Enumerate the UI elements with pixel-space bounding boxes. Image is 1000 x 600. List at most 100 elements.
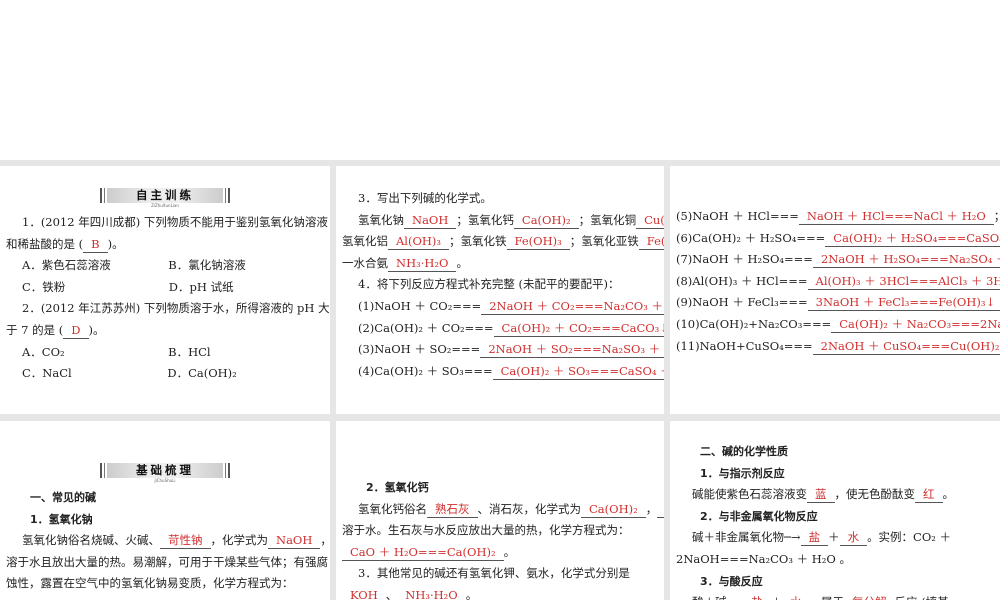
answer-blank: NH₃·H₂O <box>388 255 457 272</box>
text-line: 碱能使紫色石蕊溶液变蓝，使无色酚酞变红。 <box>670 484 1000 506</box>
text: 。实例：CO₂ ＋ <box>867 530 952 545</box>
answer-blank: Al(OH)₃ ＋ 3HCl===AlCl₃ ＋ 3H₂O <box>807 273 1000 290</box>
text-line: 一水合氨 NH₃·H₂O。 <box>336 253 664 275</box>
text: ；氢氧化钙 <box>456 212 514 227</box>
answer-blank: D <box>63 322 89 339</box>
text: (6)Ca(OH)₂ ＋ H₂SO₄=== <box>676 230 826 245</box>
panel-calcium-hydroxide: 2．氢氧化钙氢氧化钙俗名熟石灰、消石灰，化学式为Ca(OH)₂，微溶于水。生石灰… <box>336 421 664 600</box>
text: 氢氧化钠俗名烧碱、火碱、 <box>22 533 160 548</box>
text: 和稀盐酸的是 ( <box>6 236 84 251</box>
answer-blank: Cu(OH)₂ <box>636 212 664 229</box>
text-line: (2)Ca(OH)₂ ＋ CO₂=== Ca(OH)₂ ＋ CO₂===CaCO₃… <box>336 318 664 340</box>
text-line: (3)NaOH ＋ SO₂===2NaOH ＋ SO₂===Na₂SO₃ ＋ H… <box>336 339 664 361</box>
text: 2．与非金属氧化物反应 <box>700 509 818 523</box>
text: ； <box>994 209 1000 223</box>
text: 。 <box>503 544 516 559</box>
text: 一水合氨 <box>342 255 388 270</box>
section-heading: 3．与酸反应 <box>670 571 1000 593</box>
text: (7)NaOH ＋ H₂SO₄=== <box>676 252 813 267</box>
answer-blank: NH₃·H₂O <box>397 587 465 600</box>
answer-blank: Al(OH)₃ <box>388 233 450 251</box>
answer-blank: Ca(OH)₂ <box>513 212 579 229</box>
text: 4．将下列反应方程式补充完整 (未配平的要配平)： <box>358 277 620 292</box>
text: 蚀性，露置在空气中的氢氧化钠易变质，化学方程式为： <box>6 576 294 591</box>
text: (4)Ca(OH)₂ ＋ SO₃=== <box>358 363 493 378</box>
panel-equations: (5)NaOH ＋ HCl===NaOH ＋ HCl===NaCl ＋ H₂O；… <box>670 166 1000 414</box>
text: 一、常见的碱 <box>30 491 96 504</box>
text: 氢氧化铝 <box>342 234 388 249</box>
section-title: 基础梳理 <box>100 463 230 478</box>
text-line: 氢氧化钠俗名烧碱、火碱、苛性钠，化学式为NaOH，易 <box>0 530 330 552</box>
answer-blank: 红 <box>915 486 943 504</box>
answer-blank: 复分解 <box>844 594 895 600</box>
answer-blank: Ca(OH)₂ ＋ H₂SO₄===CaSO₄ ＋ 2H₂O <box>825 230 1000 247</box>
text-line: 和稀盐酸的是 (B)。 <box>0 234 330 256</box>
text: (9)NaOH ＋ FeCl₃=== <box>676 295 808 310</box>
text: 1．与指示剂反应 <box>700 466 785 480</box>
text-line: (8)Al(OH)₃ ＋ HCl=== Al(OH)₃ ＋ 3HCl===AlCl… <box>670 271 1000 293</box>
text: 1．(2012 年四川成都) 下列物质不能用于鉴别氢氧化钠溶液 <box>22 215 328 229</box>
text: 2．氢氧化钙 <box>366 481 429 494</box>
text: 。 <box>942 487 955 502</box>
text: 酸＋碱─→ <box>692 595 743 600</box>
panel-basics: 基础梳理 JiChuShuLi 一、常见的碱 1．氢氧化钠氢氧化钠俗名烧碱、火碱、 苛性… <box>0 421 330 600</box>
text: 1．氢氧化钠 <box>30 512 93 526</box>
text: 碱能使紫色石蕊溶液变 <box>692 487 807 502</box>
text-line: (7)NaOH ＋ H₂SO₄=== 2NaOH ＋ H₂SO₄===Na₂SO₄… <box>670 249 1000 271</box>
text: 碱＋非金属氧化物─→ <box>692 530 801 545</box>
text-line: (6)Ca(OH)₂ ＋ H₂SO₄=== Ca(OH)₂ ＋ H₂SO₄===C… <box>670 228 1000 250</box>
text-line: KOH、 NH₃·H₂O。 <box>336 585 664 600</box>
text-line: 溶于水。生石灰与水反应放出大量的热，化学方程式为： <box>336 520 664 542</box>
text: (8)Al(OH)₃ ＋ HCl=== <box>676 273 808 288</box>
text: 溶于水。生石灰与水反应放出大量的热，化学方程式为： <box>342 523 630 538</box>
text-line: CaO ＋ H₂O===Ca(OH)₂。 <box>336 542 664 564</box>
answer-blank: 2NaOH ＋ CuSO₄===Cu(OH)₂↓ ＋ Na₂SO₄ <box>812 338 1000 355</box>
text-line: 1．(2012 年四川成都) 下列物质不能用于鉴别氢氧化钠溶液 <box>0 212 330 234</box>
answer-blank: 微 <box>657 501 664 518</box>
text: ；氢氧化亚铁 <box>569 234 639 249</box>
text-line: 氢氧化钙俗名熟石灰、消石灰，化学式为Ca(OH)₂，微 <box>336 499 664 521</box>
section-badge: 自主训练 ZiZhuXunLian <box>100 188 230 208</box>
text: ， <box>320 533 330 547</box>
answer-blank: 盐 <box>743 594 771 600</box>
answer-blank: NaOH ＋ HCl===NaCl ＋ H₂O <box>798 208 994 225</box>
answer-blank: Ca(OH)₂ ＋ Na₂CO₃===2NaOH ＋ CaCO₃↓ <box>831 316 1000 333</box>
panel-chemical-properties: 二、碱的化学性质 1．与指示剂反应 碱能使紫色石蕊溶液变蓝，使无色酚酞变红。 2．与非… <box>670 421 1000 600</box>
text: 3．其他常见的碱还有氢氧化钾、氨水，化学式分别是 <box>358 566 630 581</box>
answer-blank: B <box>83 236 108 253</box>
text: (1)NaOH ＋ CO₂=== <box>358 298 482 313</box>
text-line: C．NaCl D．Ca(OH)₂ <box>0 363 330 385</box>
answer-blank: Ca(OH)₂ ＋ CO₂===CaCO₃↓ ＋ H₂O <box>493 320 664 337</box>
text: (5)NaOH ＋ HCl=== <box>676 209 799 223</box>
text: ；氢氧化铜 <box>578 212 637 227</box>
text: 、 <box>385 587 398 600</box>
answer-blank: 2NaOH ＋ H₂SO₄===Na₂SO₄ ＋ 2H₂O <box>812 251 1000 269</box>
text: ，属于 <box>810 595 845 600</box>
text: (10)Ca(OH)₂+Na₂CO₃=== <box>676 316 832 331</box>
text-line: (1)NaOH ＋ CO₂===2NaOH ＋ CO₂===Na₂CO₃ ＋ H… <box>336 296 664 318</box>
section-badge: 基础梳理 JiChuShuLi <box>100 463 230 483</box>
text: A．紫色石蕊溶液 B．氯化钠溶液 <box>22 258 246 273</box>
text-line: 3．其他常见的碱还有氢氧化钾、氨水，化学式分别是 <box>336 563 664 585</box>
answer-blank: NaOH <box>404 212 457 229</box>
panel-formulas: 3．写出下列碱的化学式。 氢氧化钠 NaOH ；氢氧化钙 Ca(OH)₂ ；氢氧化铜 Cu(… <box>336 166 664 414</box>
text: ＋ <box>828 530 840 545</box>
answer-blank: Ca(OH)₂ ＋ SO₃===CaSO₄ ＋ H₂O <box>492 363 664 380</box>
section-pinyin: JiChuShuLi <box>154 478 176 483</box>
text-line: (4)Ca(OH)₂ ＋ SO₃=== Ca(OH)₂ ＋ SO₃===CaSO₄… <box>336 361 664 383</box>
answer-blank: Fe(OH)₃ <box>506 233 570 251</box>
text-line: (5)NaOH ＋ HCl===NaOH ＋ HCl===NaCl ＋ H₂O； <box>670 206 1000 228</box>
section-heading: 2．氢氧化钙 <box>336 477 664 499</box>
text: 溶于水且放出大量的热。易潮解，可用于干燥某些气体；有强腐 <box>6 554 328 569</box>
text: 氢氧化钙俗名 <box>358 501 427 516</box>
separator-band <box>0 414 1000 421</box>
text: (3)NaOH ＋ SO₂=== <box>358 342 481 357</box>
text-line: (9)NaOH ＋ FeCl₃=== 3NaOH ＋ FeCl₃===Fe(OH)… <box>670 292 1000 314</box>
answer-blank: 熟石灰 <box>427 501 478 518</box>
section-title: 自主训练 <box>100 188 230 203</box>
panel-self-practice: 自主训练 ZiZhuXunLian 1．(2012 年四川成都) 下列物质不能用于鉴… <box>0 166 330 414</box>
text: )。 <box>107 236 124 251</box>
text: ；氢氧化铁 <box>449 234 507 249</box>
answer-blank: CaO ＋ H₂O===Ca(OH)₂ <box>342 544 504 561</box>
text: 。 <box>465 587 478 600</box>
